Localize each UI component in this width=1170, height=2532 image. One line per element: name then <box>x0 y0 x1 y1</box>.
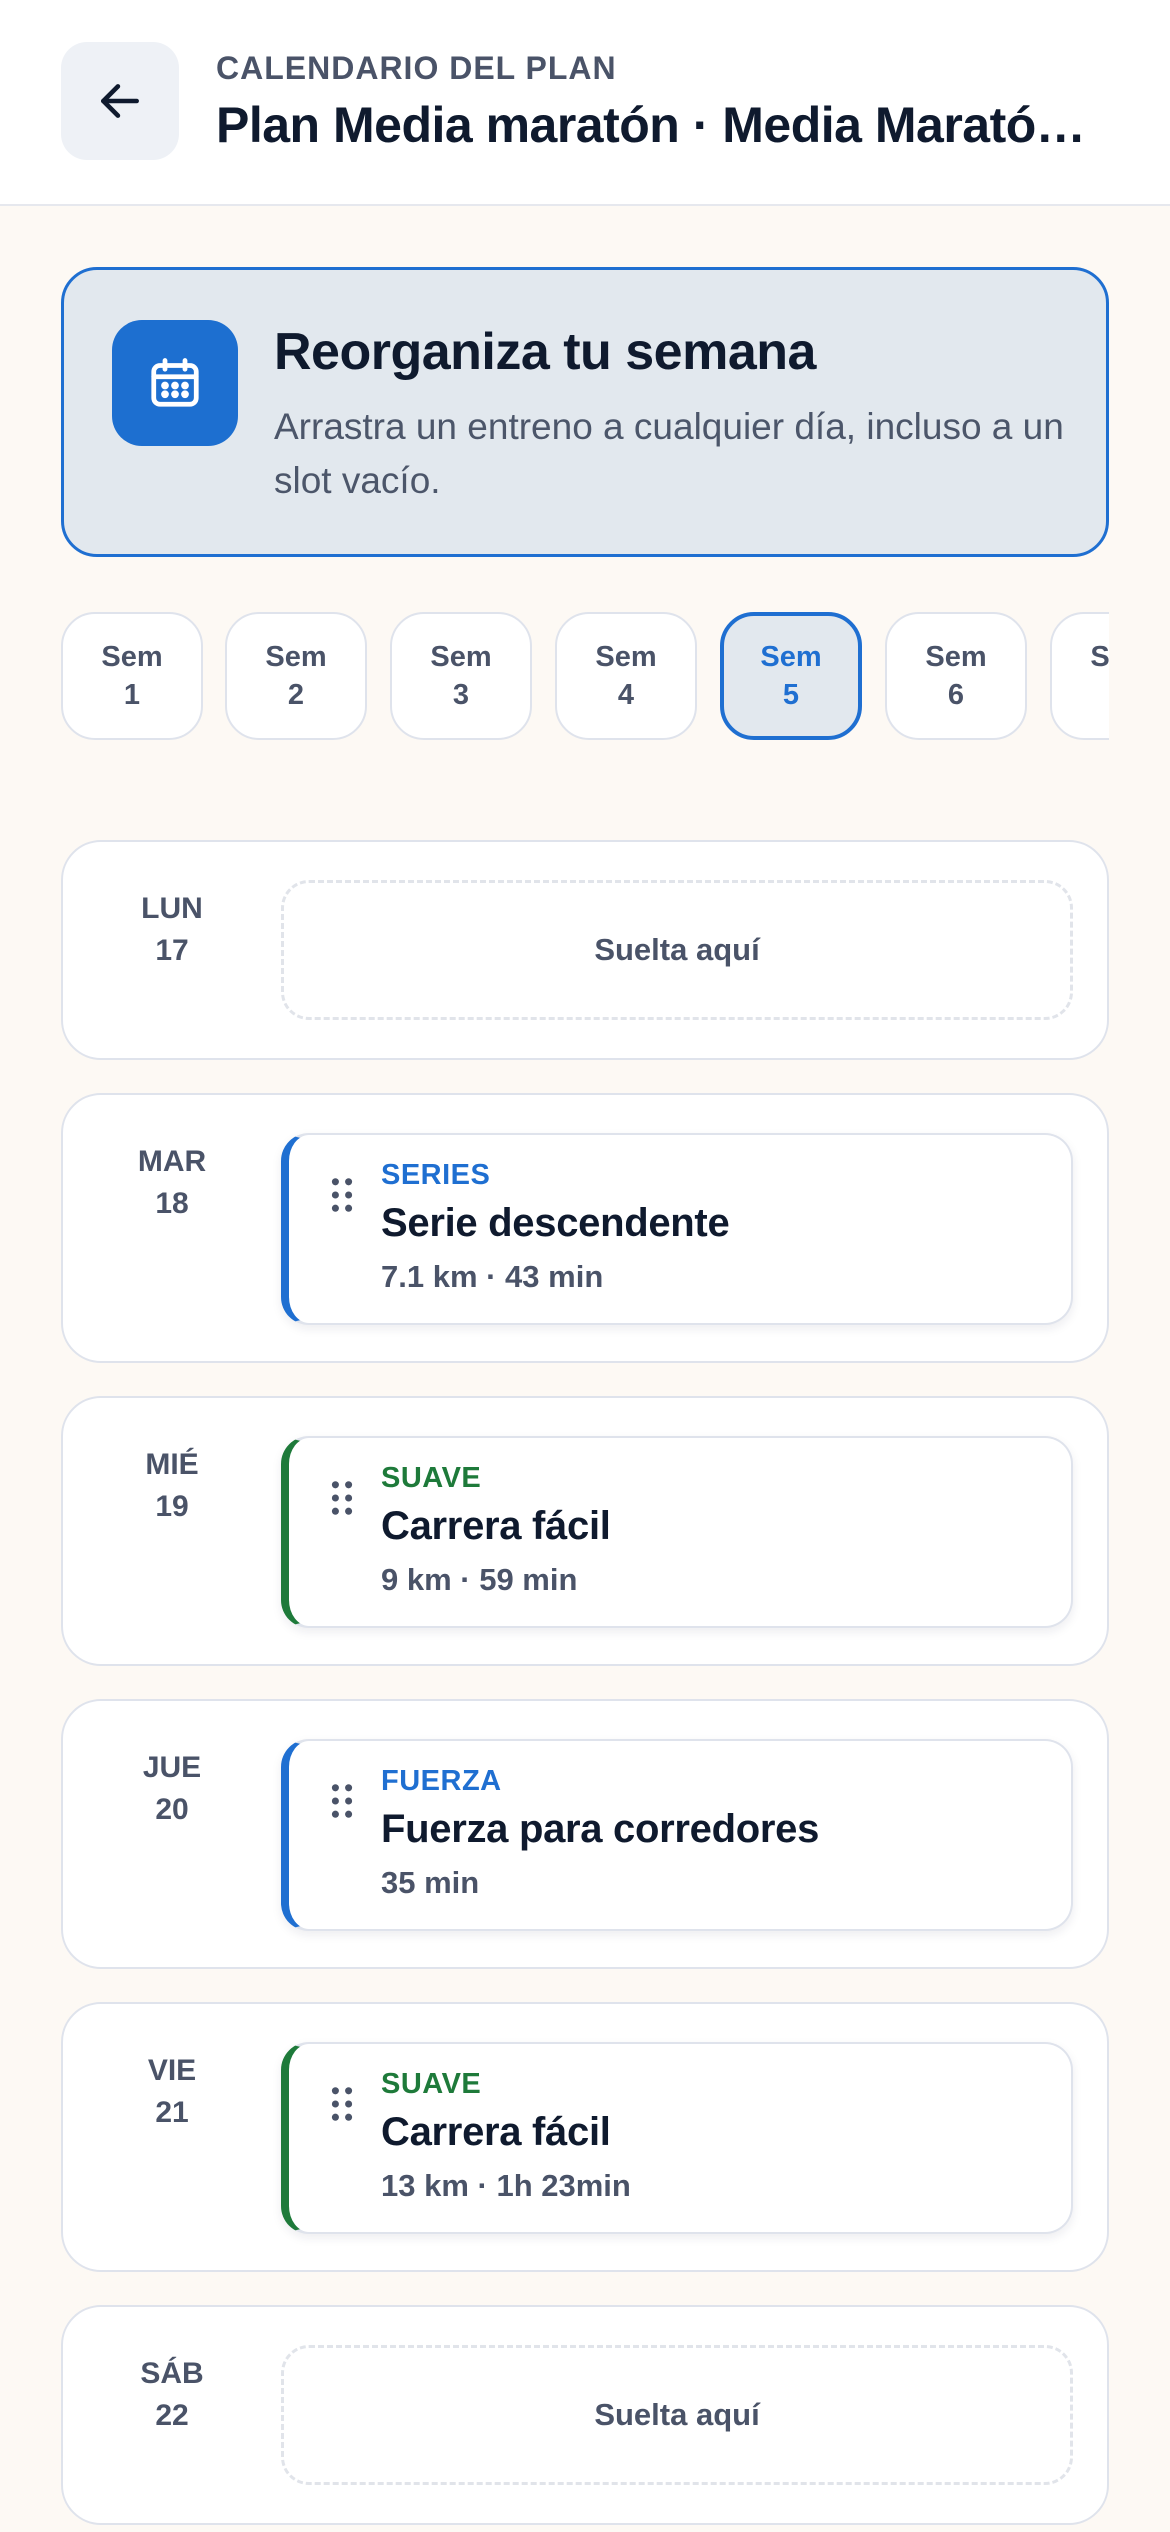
info-description: Arrastra un entreno a cualquier día, inc… <box>274 406 1064 501</box>
workout-meta: 35 min <box>381 1865 480 1900</box>
week-tab-7[interactable]: Sem 7 <box>1050 612 1109 740</box>
week-tab-number: 6 <box>947 679 965 711</box>
day-row-jue: JUE 20 FUERZA Fuerza para corredores 35 … <box>61 1699 1109 1969</box>
day-date: 22 <box>155 2399 189 2432</box>
day-label: MAR 18 <box>63 1141 281 1225</box>
week-selector[interactable]: Sem 1 Sem 2 Sem 3 Sem 4 Sem 5 Sem 6 Sem … <box>61 612 1109 742</box>
week-tab-label: Sem <box>925 641 987 673</box>
day-of-week: MAR <box>137 1145 207 1178</box>
reorganize-info-card: Reorganiza tu semana Arrastra un entreno… <box>61 267 1109 557</box>
day-of-week: LUN <box>141 892 203 925</box>
week-tab-number: 2 <box>287 679 305 711</box>
back-button[interactable] <box>61 42 179 160</box>
day-label: LUN 17 <box>63 888 281 972</box>
page-kicker: CALENDARIO DEL PLAN <box>216 50 617 86</box>
day-row-mar: MAR 18 SERIES Serie descendente 7.1 km ·… <box>61 1093 1109 1363</box>
day-date: 20 <box>155 1793 189 1826</box>
week-tab-label: Sem <box>101 641 163 673</box>
drag-handle-icon[interactable] <box>331 1177 353 1213</box>
week-tab-number: 4 <box>617 679 635 711</box>
workout-title: Carrera fácil <box>381 1504 611 1548</box>
week-tab-number: 3 <box>452 679 470 711</box>
week-tab-3[interactable]: Sem 3 <box>390 612 532 740</box>
workout-title: Fuerza para corredores <box>381 1807 820 1851</box>
day-of-week: SÁB <box>140 2357 204 2390</box>
workout-card[interactable]: FUERZA Fuerza para corredores 35 min <box>281 1739 1073 1931</box>
week-tab-label: Sem <box>595 641 657 673</box>
week-tab-label: Sem <box>760 641 822 673</box>
week-tab-number: 5 <box>782 679 800 711</box>
week-tab-label: Sem <box>1090 641 1109 673</box>
week-tab-2[interactable]: Sem 2 <box>225 612 367 740</box>
calendar-icon <box>151 358 199 407</box>
day-label: SÁB 22 <box>63 2353 281 2437</box>
drop-slot[interactable]: Suelta aquí <box>281 880 1073 1020</box>
workout-type: SUAVE <box>381 1462 482 1494</box>
week-tab-number: 1 <box>123 679 141 711</box>
arrow-left-icon <box>101 84 139 118</box>
info-title: Reorganiza tu semana <box>274 323 816 381</box>
day-date: 18 <box>155 1187 189 1220</box>
day-label: MIÉ 19 <box>63 1444 281 1528</box>
workout-meta: 9 km · 59 min <box>381 1562 578 1597</box>
week-tab-label: Sem <box>265 641 327 673</box>
workout-meta: 7.1 km · 43 min <box>381 1259 604 1294</box>
drag-handle-icon[interactable] <box>331 1480 353 1516</box>
drag-handle-icon[interactable] <box>331 1783 353 1819</box>
workout-card[interactable]: SUAVE Carrera fácil 9 km · 59 min <box>281 1436 1073 1628</box>
day-label: VIE 21 <box>63 2050 281 2134</box>
week-tab-1[interactable]: Sem 1 <box>61 612 203 740</box>
week-tab-label: Sem <box>430 641 492 673</box>
day-of-week: VIE <box>147 2054 197 2087</box>
workout-type: FUERZA <box>381 1765 502 1797</box>
workout-title: Serie descendente <box>381 1201 730 1245</box>
workout-type: SERIES <box>381 1159 491 1191</box>
workout-type: SUAVE <box>381 2068 482 2100</box>
day-date: 19 <box>155 1490 189 1523</box>
day-date: 17 <box>155 934 189 967</box>
day-date: 21 <box>155 2096 189 2129</box>
drag-handle-icon[interactable] <box>331 2086 353 2122</box>
workout-card[interactable]: SUAVE Carrera fácil 13 km · 1h 23min <box>281 2042 1073 2234</box>
day-row-vie: VIE 21 SUAVE Carrera fácil 13 km · 1h 23… <box>61 2002 1109 2272</box>
week-tab-5[interactable]: Sem 5 <box>720 612 862 740</box>
top-bar: CALENDARIO DEL PLAN Plan Media maratón ·… <box>0 0 1170 206</box>
week-tab-4[interactable]: Sem 4 <box>555 612 697 740</box>
day-of-week: MIÉ <box>145 1448 199 1481</box>
workout-meta: 13 km · 1h 23min <box>381 2168 631 2203</box>
drop-slot[interactable]: Suelta aquí <box>281 2345 1073 2485</box>
workout-title: Carrera fácil <box>381 2110 611 2154</box>
workout-card[interactable]: SERIES Serie descendente 7.1 km · 43 min <box>281 1133 1073 1325</box>
day-row-sab: SÁB 22 Suelta aquí <box>61 2305 1109 2525</box>
day-row-mie: MIÉ 19 SUAVE Carrera fácil 9 km · 59 min <box>61 1396 1109 1666</box>
day-row-lun: LUN 17 Suelta aquí <box>61 840 1109 1060</box>
page-title: Plan Media maratón · Media Maratón de Ma… <box>216 97 1096 153</box>
calendar-icon-badge <box>112 320 238 446</box>
week-tab-6[interactable]: Sem 6 <box>885 612 1027 740</box>
day-label: JUE 20 <box>63 1747 281 1831</box>
day-of-week: JUE <box>142 1751 202 1784</box>
